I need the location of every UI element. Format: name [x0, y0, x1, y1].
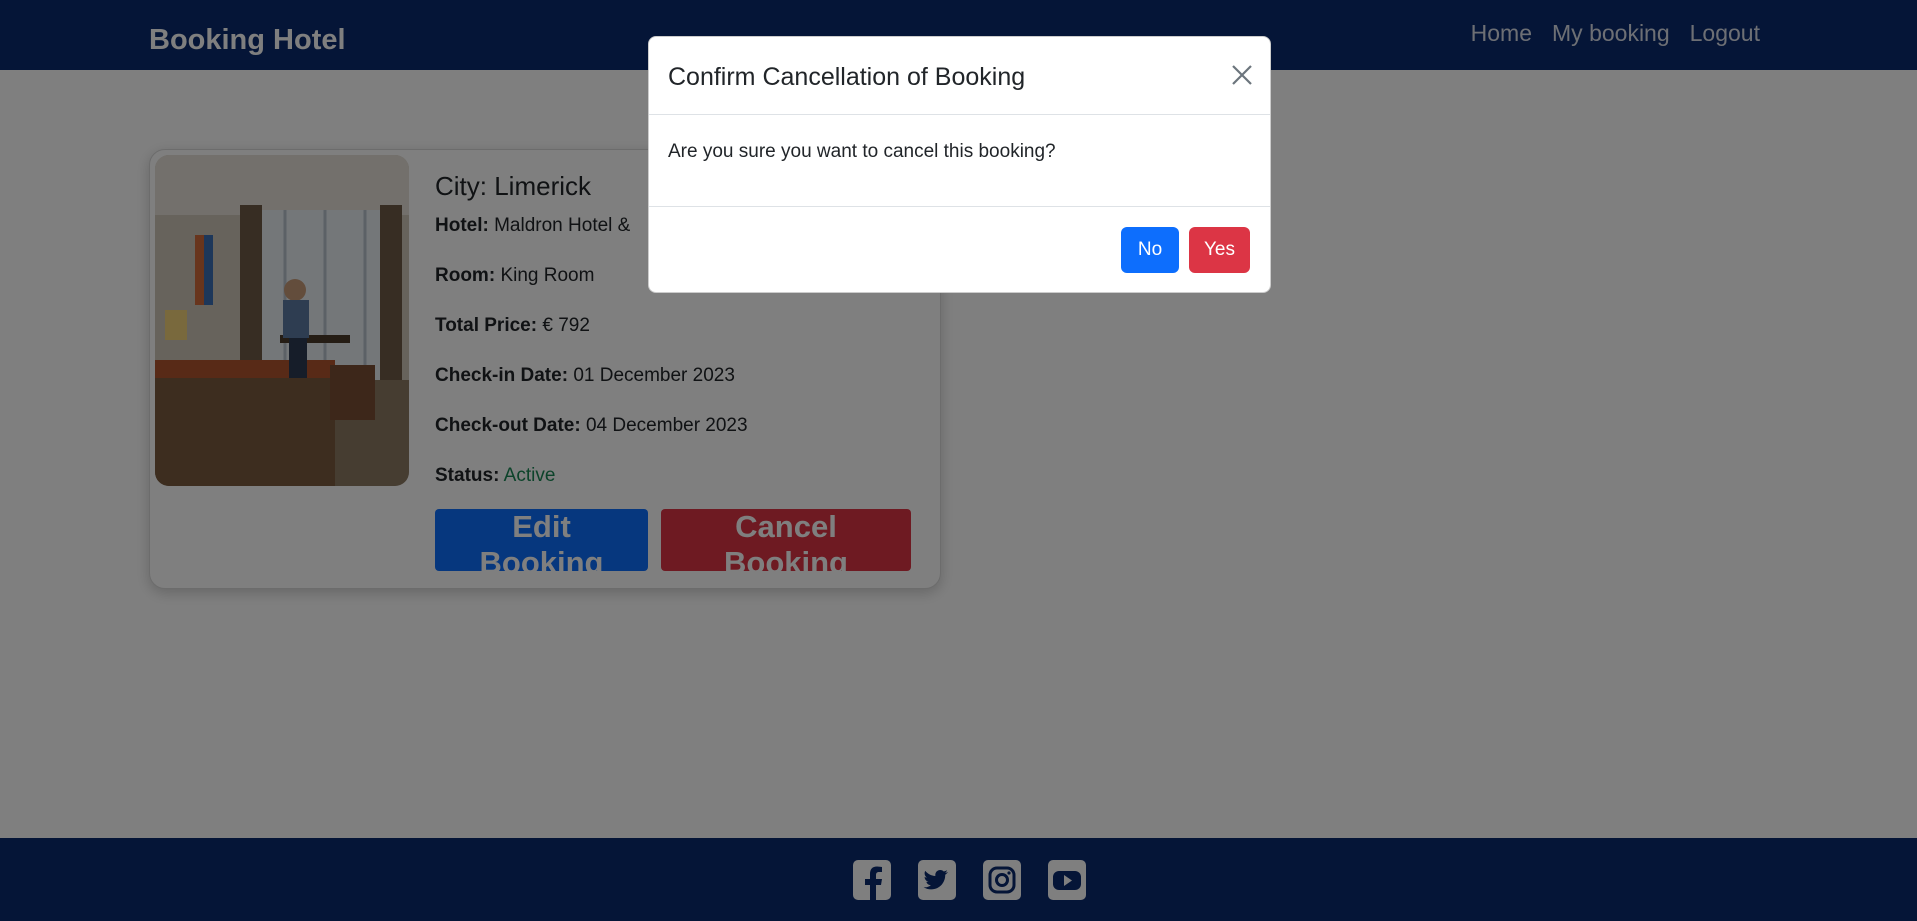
close-icon[interactable]	[1230, 63, 1254, 87]
modal-buttons: No Yes	[1121, 227, 1250, 273]
modal-message: Are you sure you want to cancel this boo…	[668, 141, 1056, 162]
modal-header: Confirm Cancellation of Booking	[649, 37, 1270, 115]
yes-button[interactable]: Yes	[1189, 227, 1250, 273]
no-button[interactable]: No	[1121, 227, 1179, 273]
cancel-confirmation-modal: Confirm Cancellation of Booking Are you …	[648, 36, 1271, 293]
modal-title: Confirm Cancellation of Booking	[668, 63, 1026, 91]
modal-footer: No Yes	[649, 206, 1270, 293]
